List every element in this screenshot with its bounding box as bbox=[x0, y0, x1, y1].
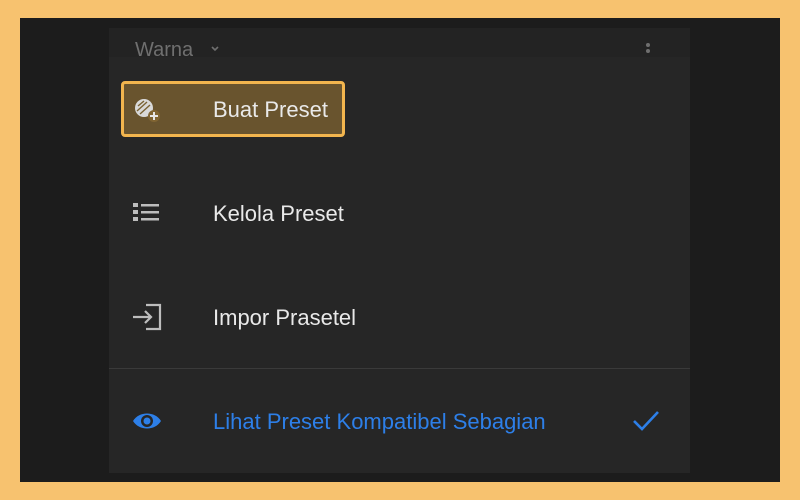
kebab-menu-icon[interactable] bbox=[645, 42, 651, 58]
panel-header-title[interactable]: Warna bbox=[135, 40, 193, 56]
menu-item-label: Lihat Preset Kompatibel Sebagian bbox=[213, 409, 546, 434]
list-icon bbox=[133, 203, 159, 221]
menu-item-label: Buat Preset bbox=[213, 97, 328, 122]
menu-item-label: Impor Prasetel bbox=[213, 305, 357, 330]
checkmark-icon bbox=[633, 411, 659, 431]
menu-item-create-preset[interactable]: Buat Preset bbox=[109, 57, 690, 161]
menu-item-label: Kelola Preset bbox=[213, 201, 344, 226]
menu-item-manage-presets[interactable]: Kelola Preset bbox=[109, 161, 690, 265]
import-icon bbox=[133, 303, 162, 331]
preset-menu: Buat Preset Kelola Preset Impor Prasetel… bbox=[109, 57, 690, 473]
panel-header bbox=[109, 28, 690, 58]
create-preset-icon bbox=[135, 99, 160, 122]
menu-item-view-partially-compatible[interactable]: Lihat Preset Kompatibel Sebagian bbox=[109, 369, 690, 473]
chevron-down-icon[interactable] bbox=[211, 45, 219, 53]
eye-icon bbox=[133, 413, 161, 429]
menu-item-import-presets[interactable]: Impor Prasetel bbox=[109, 265, 690, 369]
